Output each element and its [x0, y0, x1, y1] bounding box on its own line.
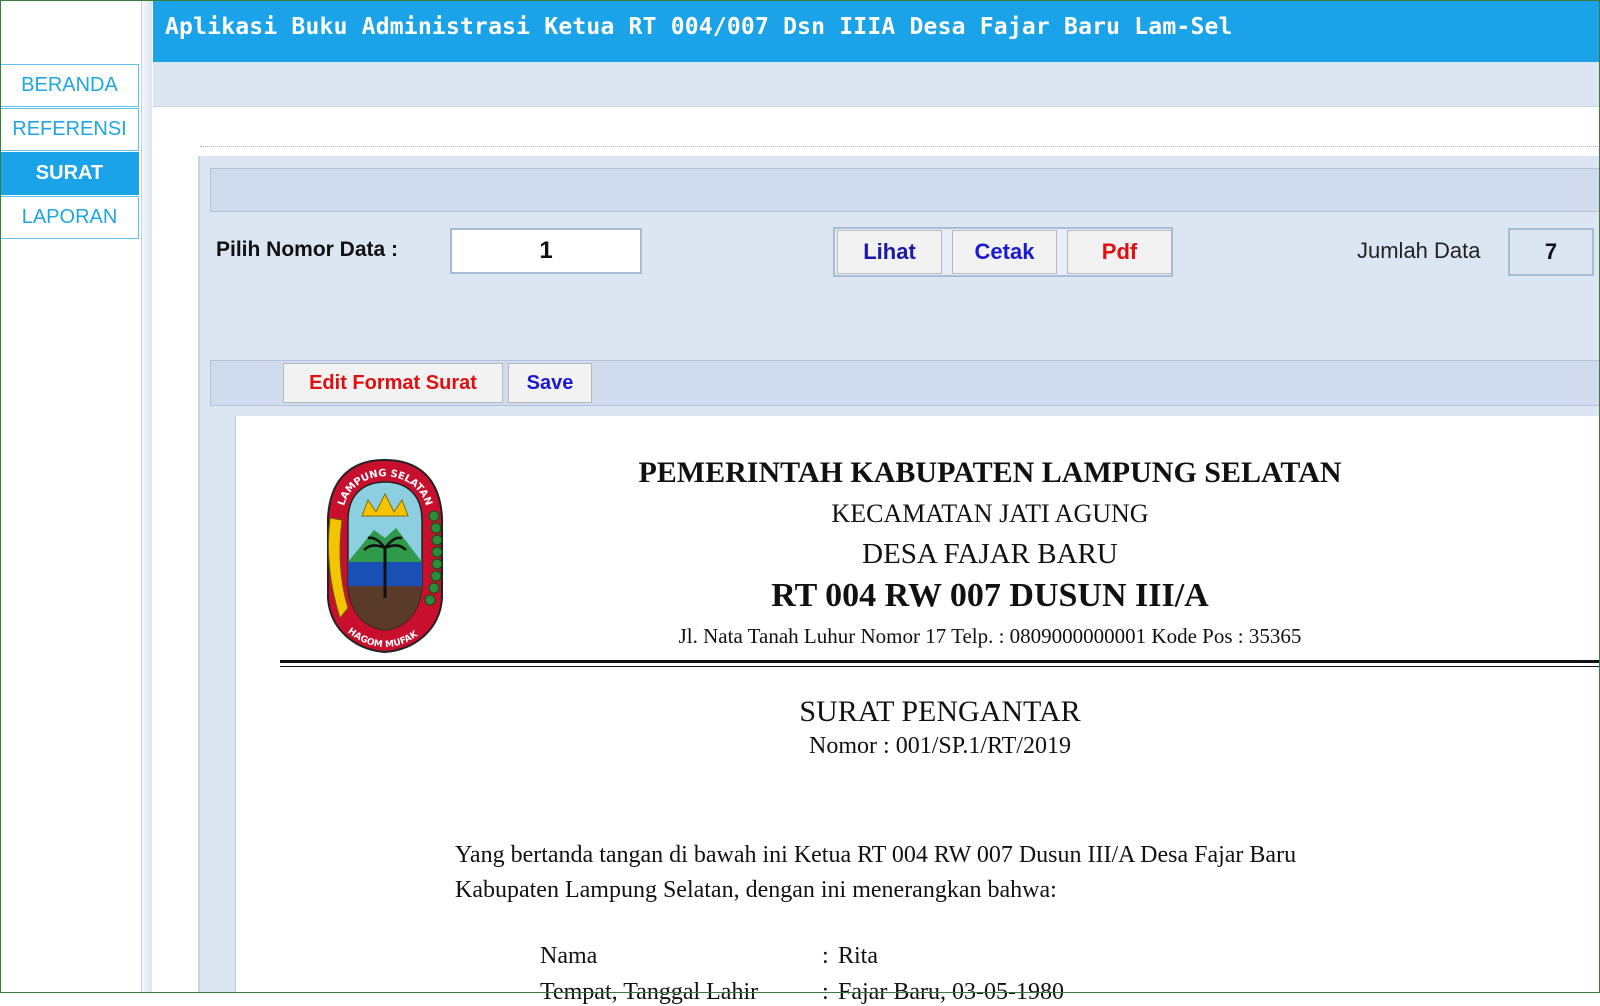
sidebar-item-referensi[interactable]: REFERENSI — [1, 108, 139, 151]
header-subbar — [153, 62, 1600, 107]
lampung-selatan-emblem-icon: LAMPUNG SELATAN KHAGOM MUFAKAT — [322, 458, 443, 654]
kop-pemerintah: PEMERINTAH KABUPATEN LAMPUNG SELATAN — [638, 456, 1342, 489]
pdf-button[interactable]: Pdf — [1067, 230, 1172, 274]
field-nama-label: Nama — [540, 943, 598, 969]
surat-paragraph-line1: Yang bertanda tangan di bawah ini Ketua … — [455, 842, 1297, 868]
surat-title: SURAT PENGANTAR — [799, 695, 1081, 728]
jumlah-data-label: Jumlah Data — [1357, 238, 1481, 263]
cetak-button[interactable]: Cetak — [952, 230, 1057, 274]
kop-rt-rw: RT 004 RW 007 DUSUN III/A — [771, 577, 1209, 614]
kop-kecamatan: KECAMATAN JATI AGUNG — [831, 499, 1149, 528]
surat-paragraph-line2: Kabupaten Lampung Selatan, dengan ini me… — [455, 877, 1057, 903]
field-nama-value: Rita — [838, 943, 878, 969]
pilih-nomor-label: Pilih Nomor Data : — [216, 238, 399, 261]
dotted-divider — [200, 146, 1600, 147]
jumlah-data-value: 7 — [1508, 228, 1594, 276]
nomor-data-input[interactable]: 1 — [450, 228, 642, 274]
edit-format-surat-button[interactable]: Edit Format Surat — [283, 363, 503, 403]
kop-alamat: Jl. Nata Tanah Luhur Nomor 17 Telp. : 08… — [678, 624, 1302, 648]
sidebar-item-beranda[interactable]: BERANDA — [1, 64, 139, 107]
sidebar: BERANDA REFERENSI SURAT LAPORAN — [1, 1, 141, 991]
app-title: Aplikasi Buku Administrasi Ketua RT 004/… — [165, 14, 1233, 40]
field-nama-colon: : — [822, 943, 829, 969]
save-button[interactable]: Save — [508, 363, 592, 403]
sidebar-item-surat[interactable]: SURAT — [1, 152, 139, 195]
sidebar-divider — [141, 0, 152, 993]
kop-rule-thick — [280, 660, 1600, 663]
kop-rule-thin — [280, 666, 1600, 667]
sidebar-item-laporan[interactable]: LAPORAN — [1, 196, 139, 239]
surat-nomor: Nomor : 001/SP.1/RT/2019 — [809, 733, 1071, 759]
panel-title-bar — [210, 168, 1600, 212]
lihat-button[interactable]: Lihat — [837, 230, 942, 274]
kop-desa: DESA FAJAR BARU — [862, 538, 1118, 570]
